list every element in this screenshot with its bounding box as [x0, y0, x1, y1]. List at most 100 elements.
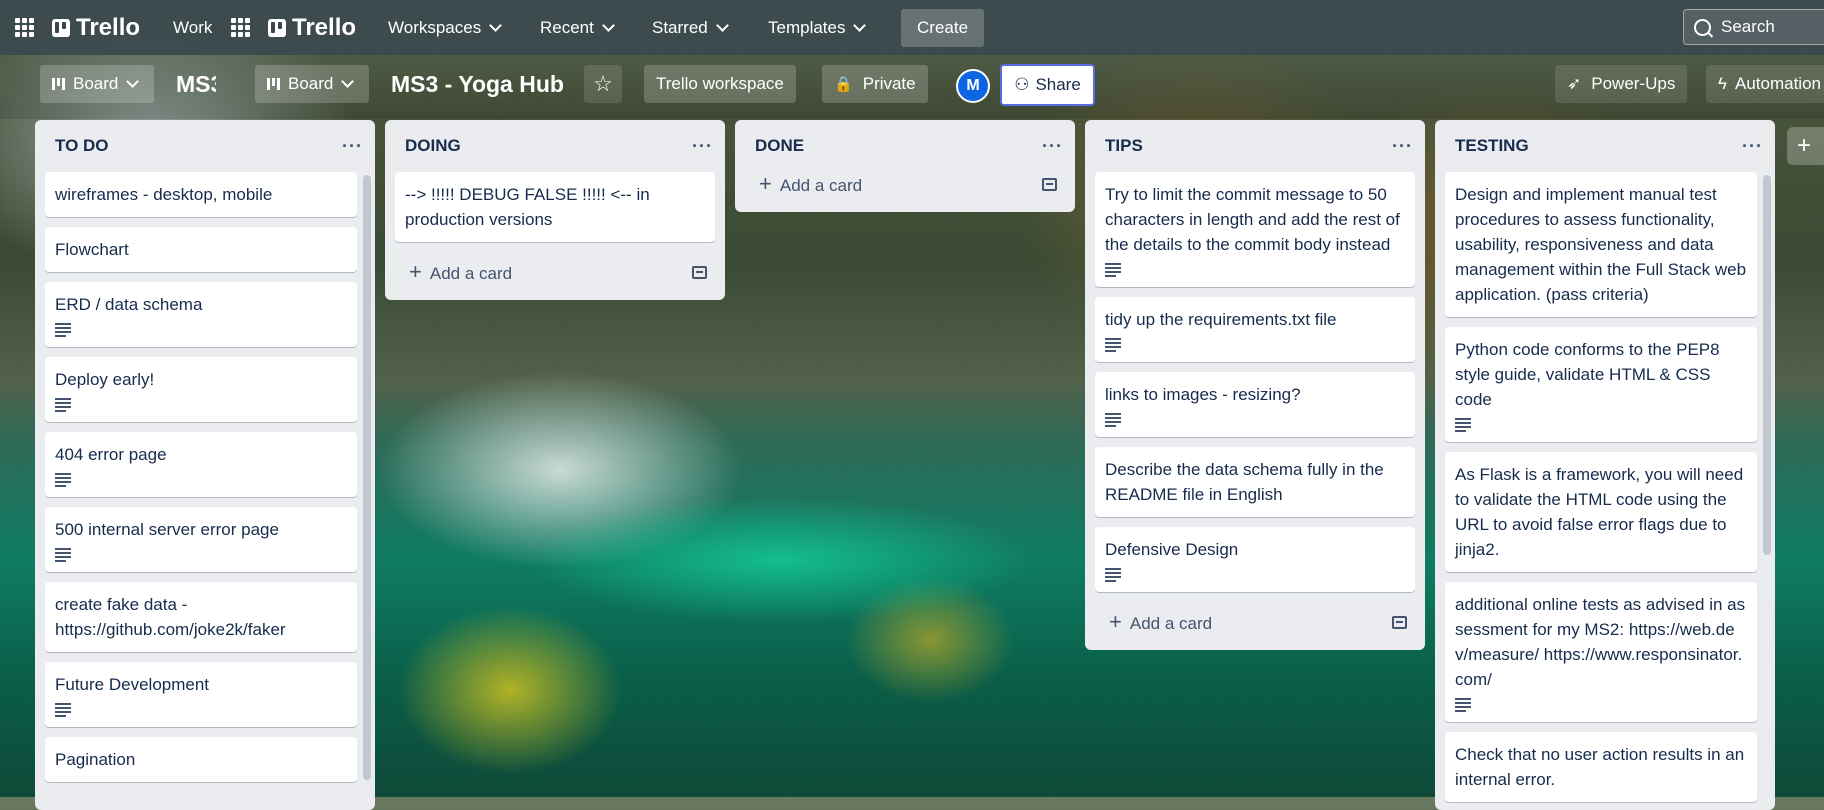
menu-templates[interactable]: Templates [768, 0, 867, 55]
star-board-button[interactable]: ☆ [584, 65, 622, 103]
card[interactable]: Flowchart [45, 227, 357, 272]
list-header[interactable]: DOING ··· [385, 120, 725, 172]
card-title: create fake data - https://github.com/jo… [55, 595, 286, 639]
list-title[interactable]: TIPS [1105, 136, 1143, 156]
grid-icon [231, 17, 251, 38]
top-nav-bar: Trello Work Trello Workspaces Recent Sta… [0, 0, 1824, 55]
card[interactable]: create fake data - https://github.com/jo… [45, 582, 357, 652]
description-icon [1105, 413, 1121, 427]
automation-button[interactable]: ϟ Automation [1706, 65, 1824, 103]
more-dots-icon[interactable]: ··· [342, 136, 363, 157]
list-title[interactable]: DONE [755, 136, 804, 156]
card-title: Try to limit the commit message to 50 ch… [1105, 185, 1400, 254]
board-header: Board MS3 Board MS3 - Yoga Hub ☆ Trello … [0, 55, 1824, 119]
menu-recent[interactable]: Recent [540, 0, 615, 55]
card[interactable]: --> !!!!! DEBUG FALSE !!!!! <-- in produ… [395, 172, 715, 242]
description-icon [1105, 263, 1121, 277]
description-icon [1455, 418, 1471, 432]
list-tips: TIPS ··· Try to limit the commit message… [1085, 120, 1425, 650]
trello-logo-2[interactable]: Trello [268, 0, 356, 55]
add-card-button[interactable]: + Add a card [385, 252, 725, 292]
lightning-icon: ϟ [1718, 74, 1727, 93]
share-button[interactable]: ⚇ Share [1000, 64, 1095, 106]
chevron-down-icon [853, 18, 867, 32]
avatar[interactable]: M [956, 69, 990, 103]
search-input[interactable]: Search [1683, 9, 1824, 45]
card[interactable]: Future Development [45, 662, 357, 727]
more-dots-icon[interactable]: ··· [1042, 136, 1063, 157]
power-ups-button[interactable]: ➶ Power-Ups [1555, 65, 1688, 103]
template-icon[interactable] [1392, 615, 1407, 629]
list-title[interactable]: DOING [405, 136, 461, 156]
app-switcher-button-2[interactable] [231, 0, 251, 55]
list-title[interactable]: TO DO [55, 136, 109, 156]
menu-workspaces[interactable]: Workspaces [388, 0, 503, 55]
list-header[interactable]: TO DO ··· [35, 120, 375, 172]
plus-icon: + [409, 259, 422, 284]
card[interactable]: As Flask is a framework, you will need t… [1445, 452, 1757, 572]
card-title: Python code conforms to the PEP8 style g… [1455, 340, 1720, 409]
scrollbar[interactable] [363, 175, 371, 780]
card-title: Future Development [55, 675, 210, 694]
work-link[interactable]: Work [173, 0, 212, 55]
board-title[interactable]: MS3 - Yoga Hub [391, 65, 564, 103]
workspace-visibility-button[interactable]: Trello workspace [644, 65, 796, 103]
plus-icon: + [1109, 609, 1122, 634]
board-title-clipped[interactable]: MS3 [176, 65, 216, 103]
view-switcher-button[interactable]: Board [40, 65, 154, 103]
card[interactable]: Python code conforms to the PEP8 style g… [1445, 327, 1757, 442]
plus-icon: + [759, 171, 772, 196]
card[interactable]: Defensive Design [1095, 527, 1415, 592]
card[interactable]: Describe the data schema fully in the RE… [1095, 447, 1415, 517]
description-icon [55, 473, 71, 487]
search-icon [1694, 18, 1711, 36]
scrollbar[interactable] [1763, 175, 1771, 555]
card[interactable]: 404 error page [45, 432, 357, 497]
trello-logo[interactable]: Trello [52, 0, 140, 55]
add-list-button[interactable]: + [1787, 127, 1824, 165]
person-add-icon: ⚇ [1014, 75, 1030, 94]
more-dots-icon[interactable]: ··· [1742, 136, 1763, 157]
list-title[interactable]: TESTING [1455, 136, 1529, 156]
card[interactable]: tidy up the requirements.txt file [1095, 297, 1415, 362]
description-icon [55, 398, 71, 412]
add-card-button[interactable]: + Add a card [735, 164, 1075, 204]
card[interactable]: Try to limit the commit message to 50 ch… [1095, 172, 1415, 287]
chevron-down-icon [341, 75, 355, 88]
more-dots-icon[interactable]: ··· [692, 136, 713, 157]
card[interactable]: Deploy early! [45, 357, 357, 422]
card[interactable]: additional online tests as advised in as… [1445, 582, 1757, 722]
card[interactable]: wireframes - desktop, mobile [45, 172, 357, 217]
card-title: Deploy early! [55, 370, 155, 389]
privacy-button[interactable]: 🔒 Private [822, 65, 928, 103]
card-title: 404 error page [55, 445, 167, 464]
view-switcher-button-2[interactable]: Board [255, 65, 369, 103]
list-header[interactable]: TESTING ··· [1435, 120, 1775, 172]
list-testing: TESTING ··· Design and implement manual … [1435, 120, 1775, 810]
description-icon [1105, 338, 1121, 352]
card[interactable]: 500 internal server error page [45, 507, 357, 572]
card-title: As Flask is a framework, you will need t… [1455, 465, 1744, 559]
add-card-button[interactable]: + Add a card [1085, 602, 1425, 642]
card-title: tidy up the requirements.txt file [1105, 310, 1337, 329]
card[interactable]: Pagination [45, 737, 357, 782]
app-switcher-button[interactable] [15, 0, 35, 55]
list-header[interactable]: TIPS ··· [1085, 120, 1425, 172]
star-icon: ☆ [593, 71, 613, 96]
rocket-icon: ➶ [1567, 74, 1582, 93]
card[interactable]: Check that no user action results in an … [1445, 732, 1757, 802]
template-icon[interactable] [1042, 177, 1057, 191]
description-icon [55, 548, 71, 562]
create-button[interactable]: Create [901, 9, 985, 47]
template-icon[interactable] [692, 265, 707, 279]
card[interactable]: ERD / data schema [45, 282, 357, 347]
card-title: wireframes - desktop, mobile [55, 185, 273, 204]
card-title: --> !!!!! DEBUG FALSE !!!!! <-- in produ… [405, 185, 650, 229]
description-icon [1455, 698, 1471, 712]
chevron-down-icon [489, 18, 503, 32]
card[interactable]: links to images - resizing? [1095, 372, 1415, 437]
chevron-down-icon [715, 18, 729, 32]
more-dots-icon[interactable]: ··· [1392, 136, 1413, 157]
card[interactable]: Design and implement manual test procedu… [1445, 172, 1757, 317]
menu-starred[interactable]: Starred [652, 0, 729, 55]
